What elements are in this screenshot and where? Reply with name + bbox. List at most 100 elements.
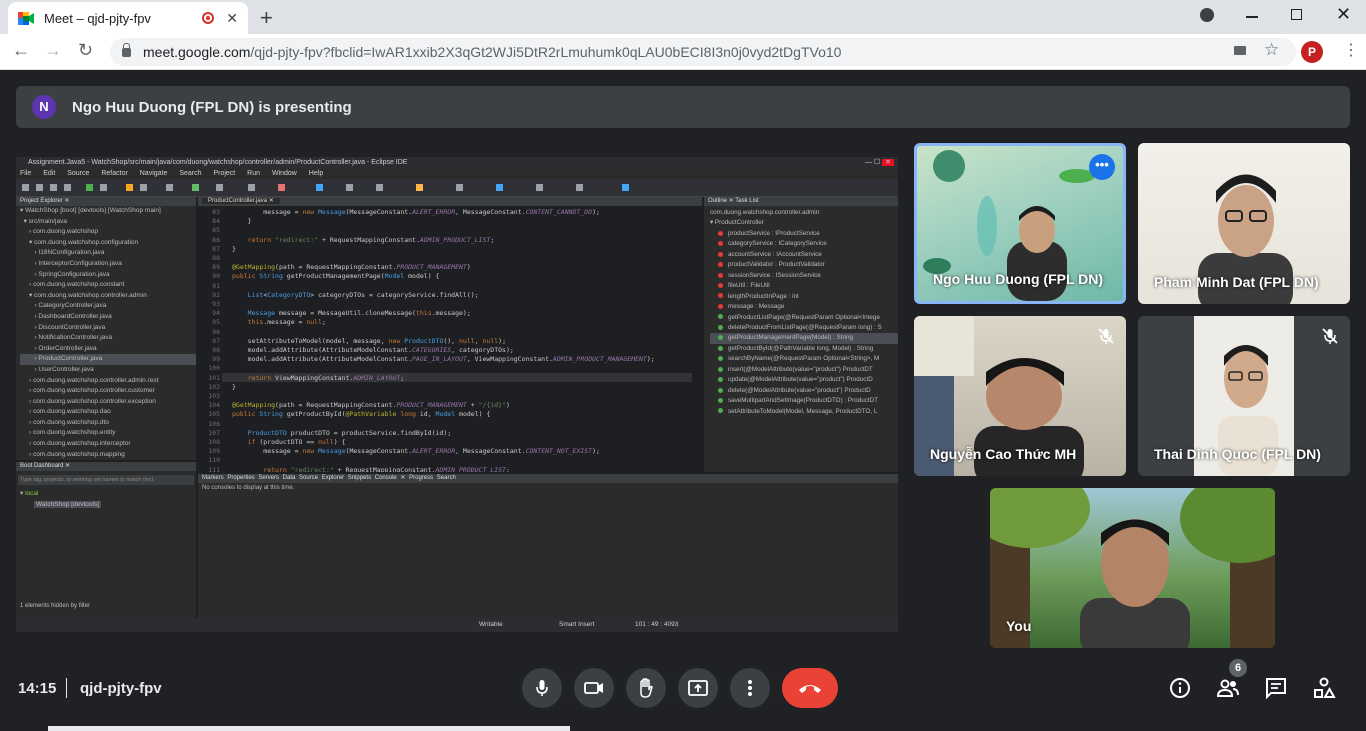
close-tab-icon[interactable]: ✕ [226, 10, 238, 27]
tree-item[interactable]: › com.duong.watchshop.interceptor [20, 439, 196, 450]
tree-item[interactable]: ▾ WatchShop [boot] [devtools] [WatchShop… [20, 206, 196, 217]
tree-item[interactable]: › com.duong.watchshop.constant [20, 280, 196, 291]
tree-item[interactable]: › com.duong.watchshop.controller.custome… [20, 386, 196, 397]
outline-item[interactable]: update(@ModelAttribute(value="product") … [710, 375, 898, 385]
tree-item[interactable]: › DiscountController.java [20, 323, 196, 334]
tree-item[interactable]: › com.duong.watchshop.controller.admin.r… [20, 376, 196, 387]
code-line[interactable]: 93 [198, 300, 702, 309]
tree-item[interactable]: › com.duong.watchshop.entity [20, 428, 196, 439]
editor-tab[interactable]: ProductController.java ✕ [198, 197, 702, 206]
code-line[interactable]: 88 [198, 254, 702, 263]
outline-item[interactable]: productValidator : ProductValidator [710, 260, 898, 270]
tree-item[interactable]: › SpringConfiguration.java [20, 270, 196, 281]
participant-tile-self[interactable]: You [990, 488, 1275, 648]
code-line[interactable]: 92 List<CategoryDTO> categoryDTOs = cate… [198, 291, 702, 300]
console-tabs[interactable]: Markers Properties Servers Data Source E… [198, 474, 898, 483]
menu-dots-icon[interactable]: ⋮ [1343, 40, 1359, 60]
participant-more-options-button[interactable]: ••• [1089, 154, 1115, 180]
outline-item[interactable]: productService : IProductService [710, 229, 898, 239]
code-line[interactable]: 102} [198, 383, 702, 392]
tree-item[interactable]: › UserController.java [20, 365, 196, 376]
code-line[interactable]: 98 model.addAttribute(AttributeModelCons… [198, 346, 702, 355]
code-line[interactable]: 91 [198, 282, 702, 291]
code-line[interactable]: 95 this.message = null; [198, 318, 702, 327]
code-line[interactable]: 87} [198, 245, 702, 254]
outline-item[interactable]: getProductListPage(@RequestParam Optiona… [710, 313, 898, 323]
participant-tile-pham-minh-dat[interactable]: Pham Minh Dat (FPL DN) [1138, 143, 1350, 304]
code-line[interactable]: 99 model.addAttribute(AttributeModelCons… [198, 355, 702, 364]
code-line[interactable]: 108 if (productDTO == null) { [198, 438, 702, 447]
outline-item[interactable]: searchByName(@RequestParam Optional<Stri… [710, 354, 898, 364]
boot-dashboard-tab[interactable]: Boot Dashboard ✕ [16, 462, 196, 471]
code-line[interactable]: 104 @GetMapping(path = RequestMappingCons… [198, 401, 702, 410]
outline-item[interactable]: insert(@ModelAttribute(value="product") … [710, 365, 898, 375]
profile-avatar[interactable]: P [1301, 41, 1323, 63]
back-icon[interactable]: ← [12, 40, 30, 61]
outline-item[interactable]: message : Message [710, 302, 898, 312]
code-line[interactable]: 85 [198, 226, 702, 235]
participant-tile-nguyen-cao-thuc[interactable]: Nguyễn Cao Thức MH [914, 316, 1126, 476]
outline-item[interactable]: accountService : IAccountService [710, 250, 898, 260]
camera-permission-icon[interactable] [1234, 46, 1246, 55]
code-line[interactable]: 83 message = new Message(MessageConstant… [198, 208, 702, 217]
code-line[interactable]: 100 [198, 364, 702, 373]
forward-icon[interactable]: → [44, 40, 62, 61]
tree-item[interactable]: ▾ com.duong.watchshop.controller.admin [20, 291, 196, 302]
project-explorer-tab[interactable]: Project Explorer ✕ [16, 197, 196, 206]
leave-call-button[interactable] [782, 668, 838, 708]
minimize-icon[interactable] [1246, 16, 1258, 18]
code-text[interactable]: 83 message = new Message(MessageConstant… [198, 206, 702, 472]
maximize-icon[interactable] [1291, 9, 1302, 20]
code-line[interactable]: 111 return "redirect:" + RequestMappingC… [198, 466, 702, 472]
page-scrollbar[interactable] [48, 726, 570, 731]
outline-item[interactable]: saveMultipartAndSetImage(ProductDTO) : P… [710, 396, 898, 406]
tree-item[interactable]: ▾ com.duong.watchshop.configuration [20, 238, 196, 249]
tree-item[interactable]: › OrderController.java [20, 344, 196, 355]
tree-item[interactable]: ▾ src/main/java [20, 217, 196, 228]
tab-search-icon[interactable] [1200, 8, 1214, 22]
people-icon[interactable] [1216, 676, 1240, 700]
participant-tile-thai-dinh-quoc[interactable]: Thai Dinh Quoc (FPL DN) [1138, 316, 1350, 476]
tree-item[interactable]: › com.duong.watchshop.dto [20, 418, 196, 429]
tree-item[interactable]: › I18NConfiguration.java [20, 248, 196, 259]
boot-app-node[interactable]: WatchShop [devtools] [16, 500, 196, 511]
outline-item[interactable]: setAttributeToModel(Model, Message, Prod… [710, 407, 898, 417]
camera-button[interactable] [574, 668, 614, 708]
code-line[interactable]: 106 [198, 420, 702, 429]
code-line[interactable]: 90 public String getProductManagementPage… [198, 272, 702, 281]
tree-item[interactable]: › com.duong.watchshop.dao [20, 407, 196, 418]
outline-item[interactable]: delete(@ModelAttribute(value="product") … [710, 386, 898, 396]
code-line[interactable]: 96 [198, 328, 702, 337]
boot-filter-input[interactable]: Type tag, projects, or working set names… [18, 475, 194, 485]
code-line[interactable]: 89 @GetMapping(path = RequestMappingConst… [198, 263, 702, 272]
outline-item[interactable]: lengthProductInPage : int [710, 292, 898, 302]
tree-item[interactable]: › NotificationController.java [20, 333, 196, 344]
code-line[interactable]: 94 Message message = MessageUtil.cloneMe… [198, 309, 702, 318]
tree-item[interactable]: › CategoryController.java [20, 301, 196, 312]
outline-item[interactable]: com.duong.watchshop.controller.admin [710, 208, 898, 218]
new-tab-button[interactable]: + [260, 5, 273, 31]
meeting-details-icon[interactable] [1168, 676, 1192, 700]
code-line[interactable]: 107 ProductDTO productDTO = productServi… [198, 429, 702, 438]
participant-tile-ngo-huu-duong[interactable]: ••• Ngo Huu Duong (FPL DN) [914, 143, 1126, 304]
tree-item[interactable]: › DashboardController.java [20, 312, 196, 323]
code-line[interactable]: 84 } [198, 217, 702, 226]
bookmark-star-icon[interactable]: ☆ [1264, 40, 1279, 60]
outline-item[interactable]: sessionService : ISessionService [710, 271, 898, 281]
outline-item[interactable]: fileUtil : FileUtil [710, 281, 898, 291]
activities-icon[interactable] [1312, 676, 1336, 700]
microphone-button[interactable] [522, 668, 562, 708]
code-line[interactable]: 103 [198, 392, 702, 401]
address-bar[interactable]: meet.google.com/qjd-pjty-fpv?fbclid=IwAR… [110, 38, 1296, 66]
code-line[interactable]: 97 setAttributeToModel(model, message, n… [198, 337, 702, 346]
outline-item[interactable]: getProductManagementPage(Model) : String [710, 333, 898, 344]
reload-icon[interactable]: ↻ [78, 40, 93, 61]
outline-item[interactable]: getProductById(@PathVariable long, Model… [710, 344, 898, 354]
tree-item[interactable]: › com.duong.watchshop [20, 227, 196, 238]
chat-icon[interactable] [1264, 676, 1288, 700]
raise-hand-button[interactable] [626, 668, 666, 708]
outline-item[interactable]: categoryService : ICategoryService [710, 239, 898, 249]
tree-item[interactable]: › ProductController.java [20, 354, 196, 365]
code-line[interactable]: 101 return ViewMappingConstant.ADMIN_LAY… [198, 374, 702, 383]
code-line[interactable]: 109 message = new Message(MessageConstan… [198, 447, 702, 456]
